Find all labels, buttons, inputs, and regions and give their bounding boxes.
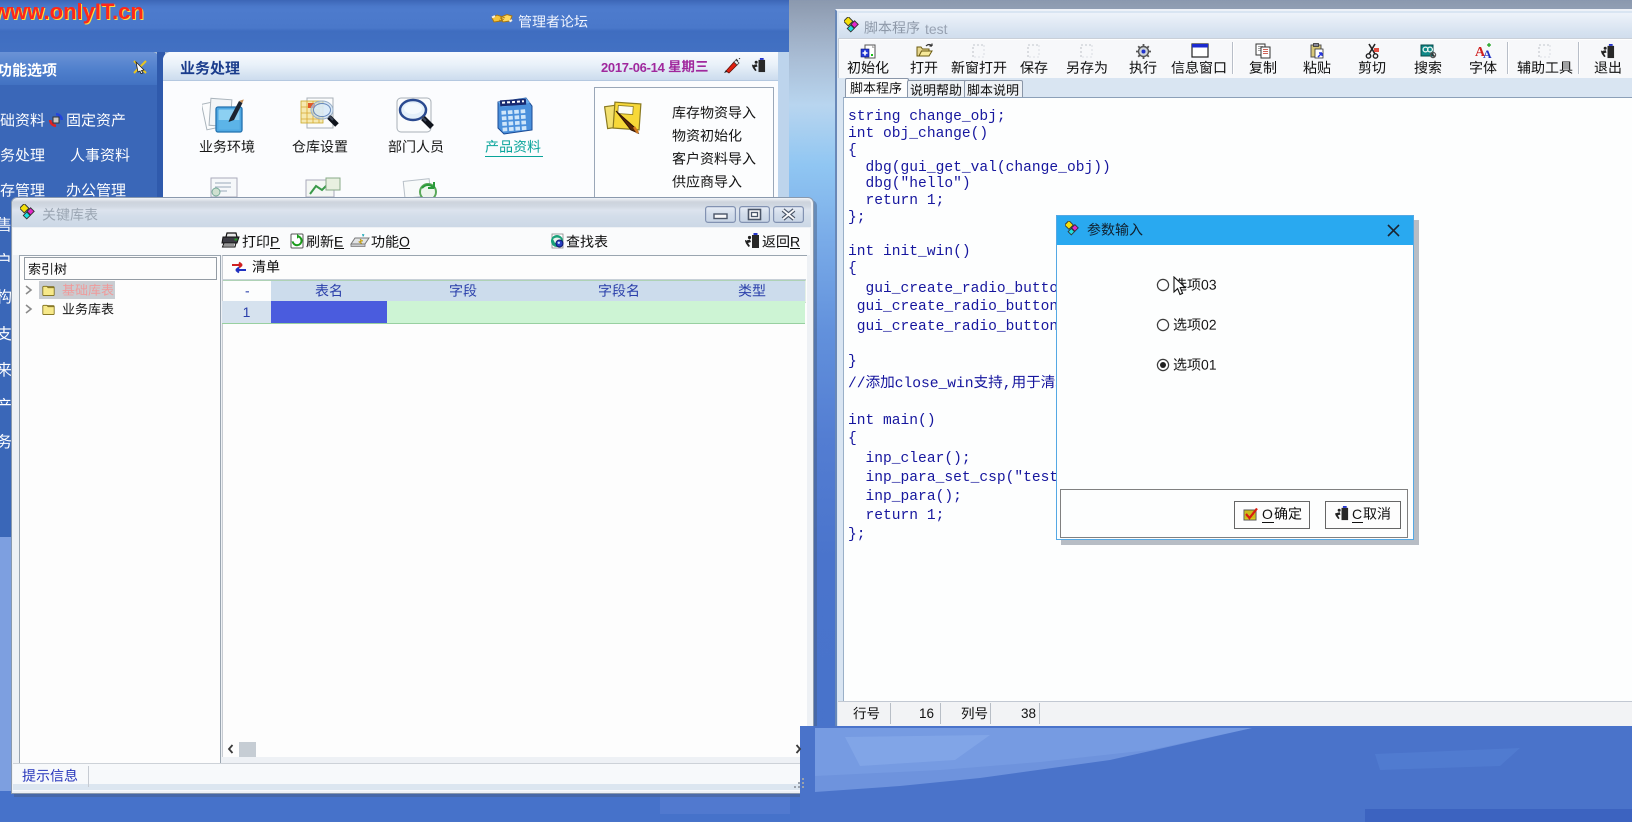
svg-text:A: A (1483, 47, 1492, 59)
